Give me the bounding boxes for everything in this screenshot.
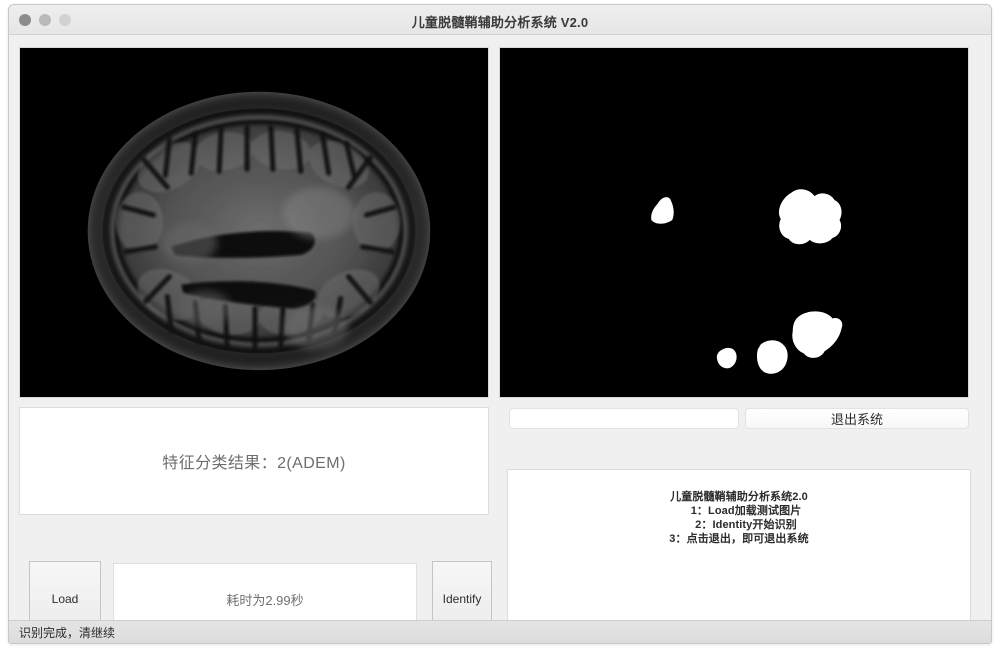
load-button-label: Load <box>51 592 79 606</box>
status-input[interactable] <box>509 408 739 429</box>
exit-system-button[interactable]: 退出系统 <box>745 408 969 429</box>
elapsed-time-text: 耗时为2.99秒 <box>226 592 304 608</box>
classification-result-panel: 特征分类结果：2(ADEM) <box>19 407 489 515</box>
status-bar-text: 识别完成，清继续 <box>19 626 116 640</box>
mri-brain-image <box>20 48 488 397</box>
instructions-panel: 儿童脱髓鞘辅助分析系统2.0 1：Load加载测试图片 2：Identity开始… <box>507 469 971 637</box>
instructions-step-1: 1：Load加载测试图片 <box>690 505 802 517</box>
instructions-step-2: 2：Identity开始识别 <box>695 519 797 531</box>
status-bar: 识别完成，清继续 <box>9 620 991 643</box>
classification-result-text: 特征分类结果：2(ADEM) <box>162 455 346 472</box>
application-window: 儿童脱髓鞘辅助分析系统 V2.0 特征分类结果：2(ADEM) Load 耗时为… <box>8 4 992 644</box>
identify-button-label: Identify <box>442 592 482 606</box>
exit-system-button-label: 退出系统 <box>830 412 883 427</box>
window-title: 儿童脱髓鞘辅助分析系统 V2.0 <box>411 15 589 30</box>
main-content: 特征分类结果：2(ADEM) Load 耗时为2.99秒 Identify 退出… <box>9 35 991 643</box>
segmentation-result-panel[interactable] <box>499 47 969 398</box>
title-bar: 儿童脱髓鞘辅助分析系统 V2.0 <box>9 5 991 35</box>
lesion-mask-image <box>500 48 968 397</box>
instructions-step-3: 3：点击退出，即可退出系统 <box>669 533 809 545</box>
original-image-panel[interactable] <box>19 47 489 398</box>
instructions-title: 儿童脱髓鞘辅助分析系统2.0 <box>670 491 808 503</box>
